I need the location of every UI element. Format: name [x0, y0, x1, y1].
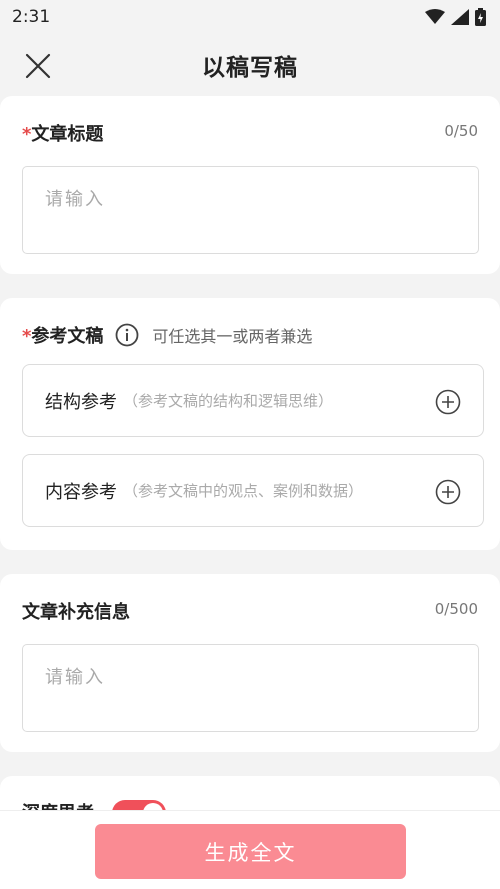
wifi-icon — [425, 9, 445, 24]
header: 以稿写稿 — [0, 34, 500, 96]
add-circle-icon[interactable] — [435, 389, 461, 415]
content-reference-button[interactable]: 内容参考 （参考文稿中的观点、案例和数据） — [22, 454, 484, 527]
status-icons — [425, 8, 486, 26]
status-time: 2:31 — [12, 7, 51, 27]
toggle-track — [112, 800, 166, 810]
reference-info-text: 可任选其一或两者兼选 — [152, 327, 313, 346]
required-mark: * — [22, 326, 32, 347]
structure-reference-button[interactable]: 结构参考 （参考文稿的结构和逻辑思维） — [22, 364, 484, 437]
close-icon — [25, 53, 51, 79]
supplement-input[interactable]: 请输入 — [22, 644, 479, 732]
reference-header: *参考文稿 可任选其一或两者兼选 — [22, 322, 312, 348]
status-bar: 2:31 — [0, 0, 500, 34]
close-button[interactable] — [22, 50, 54, 82]
article-title-input[interactable]: 请输入 — [22, 166, 479, 254]
structure-reference-hint: （参考文稿的结构和逻辑思维） — [123, 392, 334, 410]
supplement-card: 文章补充信息 0/500 请输入 — [0, 574, 500, 752]
add-circle-icon[interactable] — [435, 479, 461, 505]
generate-button[interactable]: 生成全文 — [95, 824, 406, 879]
article-title-counter: 0/50 — [444, 122, 478, 140]
reference-label: *参考文稿 — [22, 322, 103, 348]
supplement-counter: 0/500 — [434, 600, 478, 618]
deep-thinking-toggle[interactable] — [112, 800, 166, 810]
content-reference-hint: （参考文稿中的观点、案例和数据） — [123, 482, 364, 500]
reference-card: *参考文稿 可任选其一或两者兼选 结构参考 （参考文稿的结构和逻辑思维） 内容参… — [0, 298, 500, 550]
article-title-placeholder: 请输入 — [45, 189, 105, 210]
article-title-label-text: 文章标题 — [31, 124, 104, 145]
info-icon[interactable] — [115, 323, 139, 347]
required-mark: * — [22, 124, 32, 145]
toggle-knob — [143, 803, 163, 810]
supplement-placeholder: 请输入 — [45, 667, 105, 688]
battery-icon — [475, 8, 486, 26]
article-title-card: *文章标题 0/50 请输入 — [0, 96, 500, 274]
supplement-label: 文章补充信息 — [22, 602, 130, 623]
deep-thinking-label: 深度思考 — [22, 800, 94, 810]
reference-label-text: 参考文稿 — [31, 326, 104, 347]
article-title-label: *文章标题 — [22, 120, 103, 146]
structure-reference-label: 结构参考 — [45, 391, 117, 413]
content-reference-label: 内容参考 — [45, 481, 117, 503]
signal-icon — [451, 9, 469, 25]
bottom-bar: 生成全文 — [0, 810, 500, 889]
page-title: 以稿写稿 — [202, 55, 298, 81]
